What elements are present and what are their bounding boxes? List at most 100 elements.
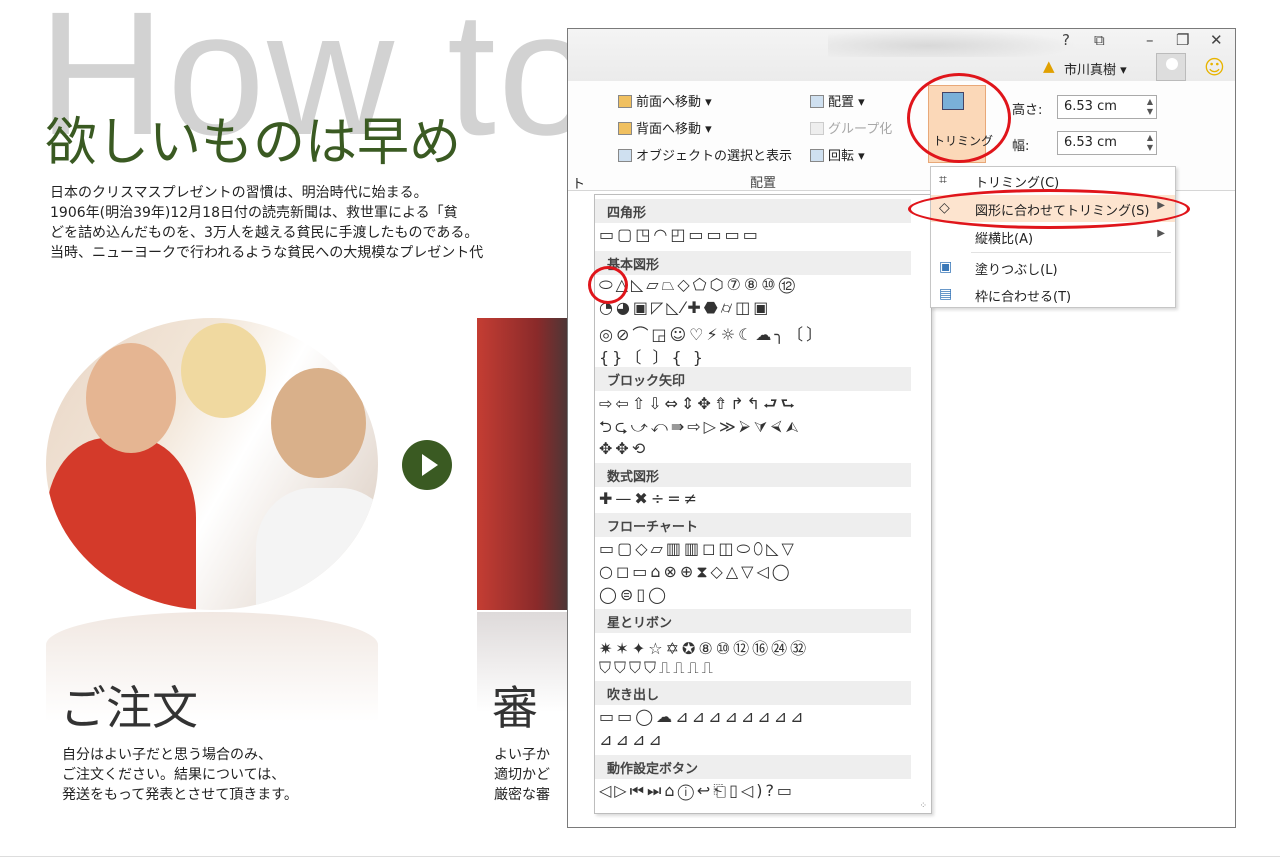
bring-forward-icon <box>618 95 632 108</box>
annotation-ellipse-crop-to-shape <box>908 189 1190 229</box>
group-icon <box>810 122 824 135</box>
ribbon-cut-label: ト <box>572 177 586 192</box>
height-spinner[interactable]: ▲ ▼ <box>1147 97 1153 117</box>
menu-item-label: 縦横比(A) <box>975 232 1034 247</box>
santa-photo[interactable] <box>477 318 577 610</box>
menu-separator <box>971 252 1171 253</box>
fit-icon: ▤ <box>939 286 953 302</box>
align-button[interactable]: 配置 ▾ <box>810 91 865 110</box>
photo-detail <box>256 488 378 610</box>
shape-row[interactable]: ▭▭◯☁⊿⊿⊿⊿⊿⊿⊿⊿ <box>599 707 806 726</box>
photo-detail <box>181 323 266 418</box>
text-line: ご注文ください。結果については、 <box>62 767 286 783</box>
play-icon[interactable] <box>402 440 452 490</box>
shape-row[interactable]: {}〔 〕{ } <box>599 344 706 368</box>
submenu-arrow-icon: ▶ <box>1157 228 1165 239</box>
photo-detail <box>271 368 366 478</box>
send-backward-icon <box>618 122 632 135</box>
group-label: グループ化 <box>828 122 893 137</box>
align-icon <box>810 95 824 108</box>
menu-item-fill[interactable]: ▣ 塗りつぶし(L) <box>931 254 1175 281</box>
category-callouts: 吹き出し <box>595 681 911 705</box>
category-block-arrows: ブロック矢印 <box>595 367 911 391</box>
avatar[interactable] <box>1156 53 1186 81</box>
rotate-button[interactable]: 回転 ▾ <box>810 145 865 164</box>
section-title-order[interactable]: ご注文 <box>60 672 198 738</box>
fill-icon: ▣ <box>939 259 953 275</box>
menu-item-label: 塗りつぶし(L) <box>975 263 1058 278</box>
category-equation-shapes: 数式図形 <box>595 463 911 487</box>
selection-pane-icon <box>618 149 632 162</box>
text-line: 自分はよい子だと思う場合のみ、 <box>62 747 272 763</box>
width-input[interactable]: 6.53 cm ▲ ▼ <box>1057 131 1157 155</box>
shape-row[interactable]: ○◻▭⌂⊗⊕⧗◇△▽◁◯ <box>599 562 793 582</box>
bring-forward-button[interactable]: 前面へ移動 ▾ <box>618 91 712 110</box>
category-action-buttons: 動作設定ボタン <box>595 755 911 779</box>
shape-row[interactable]: ⛉⛉⛉⛉⎍⎍⎍⎍ <box>599 658 716 678</box>
height-value: 6.53 cm <box>1064 99 1117 114</box>
rotate-icon <box>810 149 824 162</box>
title-bar: ? ⧉ – ❐ ✕ ▲ 市川真樹 ▾ ☺ <box>568 29 1235 81</box>
height-label: 高さ: <box>1012 103 1043 118</box>
send-backward-button[interactable]: 背面へ移動 ▾ <box>618 118 712 137</box>
width-spinner[interactable]: ▲ ▼ <box>1147 133 1153 153</box>
shape-row[interactable]: ◎⊘⌒◲☺♡⚡☼☾☁╮〔〕 <box>599 321 825 345</box>
text-line: よい子か <box>494 747 550 763</box>
title-bar-decoration <box>828 29 1078 57</box>
body-line: 日本のクリスマスプレゼントの習慣は、明治時代に始まる。 <box>50 185 428 201</box>
crop-menu: ⌗ トリミング(C) ◇ 図形に合わせてトリミング(S) ▶ 縦横比(A) ▶ ▣ 塗りつ… <box>930 166 1176 308</box>
photo-detail <box>86 343 176 453</box>
menu-item-label: 枠に合わせる(T) <box>975 290 1072 305</box>
send-backward-label: 背面へ移動 <box>636 122 702 137</box>
shape-row[interactable]: ⬭△◺▱⏢◇⬠⬡⑦⑧⑩⑫ <box>599 275 798 295</box>
account-name[interactable]: 市川真樹 ▾ <box>1064 59 1127 78</box>
category-flowchart: フローチャート <box>595 513 911 537</box>
help-icon[interactable]: ? <box>1062 31 1070 49</box>
shape-row[interactable]: ✚—✖÷=≠ <box>599 489 700 508</box>
selection-pane-button[interactable]: オブジェクトの選択と表示 <box>618 145 792 164</box>
shape-row[interactable]: ✥✥⟲ <box>599 439 648 458</box>
photo-detail <box>46 438 196 610</box>
shape-row[interactable]: ◁▷⏮⏭⌂ⓘ↩⎗▯◁)?▭ <box>599 781 795 801</box>
rotate-label: 回転 <box>828 149 855 164</box>
body-line: 当時、ニューヨークで行われるような貧民への大規模なプレゼント代 <box>50 245 484 261</box>
minimize-icon[interactable]: – <box>1146 31 1154 49</box>
text-line: 厳密な審 <box>494 787 550 803</box>
body-line: どを詰め込んだものを、3万人を越える貧民に手渡したものである。 <box>50 225 479 241</box>
height-input[interactable]: 6.53 cm ▲ ▼ <box>1057 95 1157 119</box>
width-value: 6.53 cm <box>1064 135 1117 150</box>
slide-headline[interactable]: 欲しいものは早め <box>45 100 461 175</box>
category-stars-ribbons: 星とリボン <box>595 609 911 633</box>
maximize-icon[interactable]: ❐ <box>1176 31 1189 49</box>
shape-row[interactable]: ⊿⊿⊿⊿ <box>599 730 665 749</box>
annotation-circle-oval-shape <box>588 266 628 304</box>
width-label: 幅: <box>1012 139 1030 154</box>
slide-body-text[interactable]: 日本のクリスマスプレゼントの習慣は、明治時代に始まる。 1906年(明治39年)… <box>50 183 483 263</box>
ribbon-display-icon[interactable]: ⧉ <box>1094 31 1105 49</box>
category-basic-shapes: 基本図形 <box>595 251 911 275</box>
kids-photo-circle[interactable] <box>46 318 378 610</box>
warning-icon: ▲ <box>1043 57 1055 75</box>
shape-gallery: 四角形 ▭▢◳◠◰▭▭▭▭ 基本図形 ⬭△◺▱⏢◇⬠⬡⑦⑧⑩⑫ ◔◕▣◸◺⁄✚⬣… <box>594 194 932 814</box>
shape-row[interactable]: ▭▢◇▱▥▥◻◫⬭⬯◺▽ <box>599 539 797 559</box>
selection-pane-label: オブジェクトの選択と表示 <box>636 149 793 164</box>
menu-item-fit[interactable]: ▤ 枠に合わせる(T) <box>931 281 1175 308</box>
annotation-circle-crop <box>907 73 1011 163</box>
align-label: 配置 <box>828 95 855 110</box>
section-text-order[interactable]: 自分はよい子だと思う場合のみ、 ご注文ください。結果については、 発送をもって発… <box>62 745 298 805</box>
resize-grip-icon[interactable]: ⁘ <box>919 801 927 811</box>
body-line: 1906年(明治39年)12月18日付の読売新聞は、救世軍による「貧 <box>50 205 458 221</box>
text-line: 適切かど <box>494 767 550 783</box>
section-text-review[interactable]: よい子か 適切かど 厳密な審 <box>494 745 550 805</box>
arrange-group-label: 配置 <box>750 176 777 191</box>
category-rectangles: 四角形 <box>595 199 911 223</box>
feedback-smiley-icon[interactable]: ☺ <box>1204 55 1225 79</box>
group-button[interactable]: グループ化 <box>810 118 892 137</box>
text-line: 発送をもって発表とさせて頂きます。 <box>62 787 298 803</box>
shape-row[interactable]: ✷✶✦☆✡✪⑧⑩⑫⑯㉔㉜ <box>599 635 809 659</box>
section-title-review[interactable]: 審 <box>492 672 538 738</box>
close-icon[interactable]: ✕ <box>1210 31 1223 49</box>
shape-row[interactable]: ◔◕▣◸◺⁄✚⬣⌭◫▣ <box>599 298 771 318</box>
shape-row[interactable]: ◯⊜▯◯ <box>599 585 669 604</box>
shape-row[interactable]: ▭▢◳◠◰▭▭▭▭ <box>599 225 761 244</box>
